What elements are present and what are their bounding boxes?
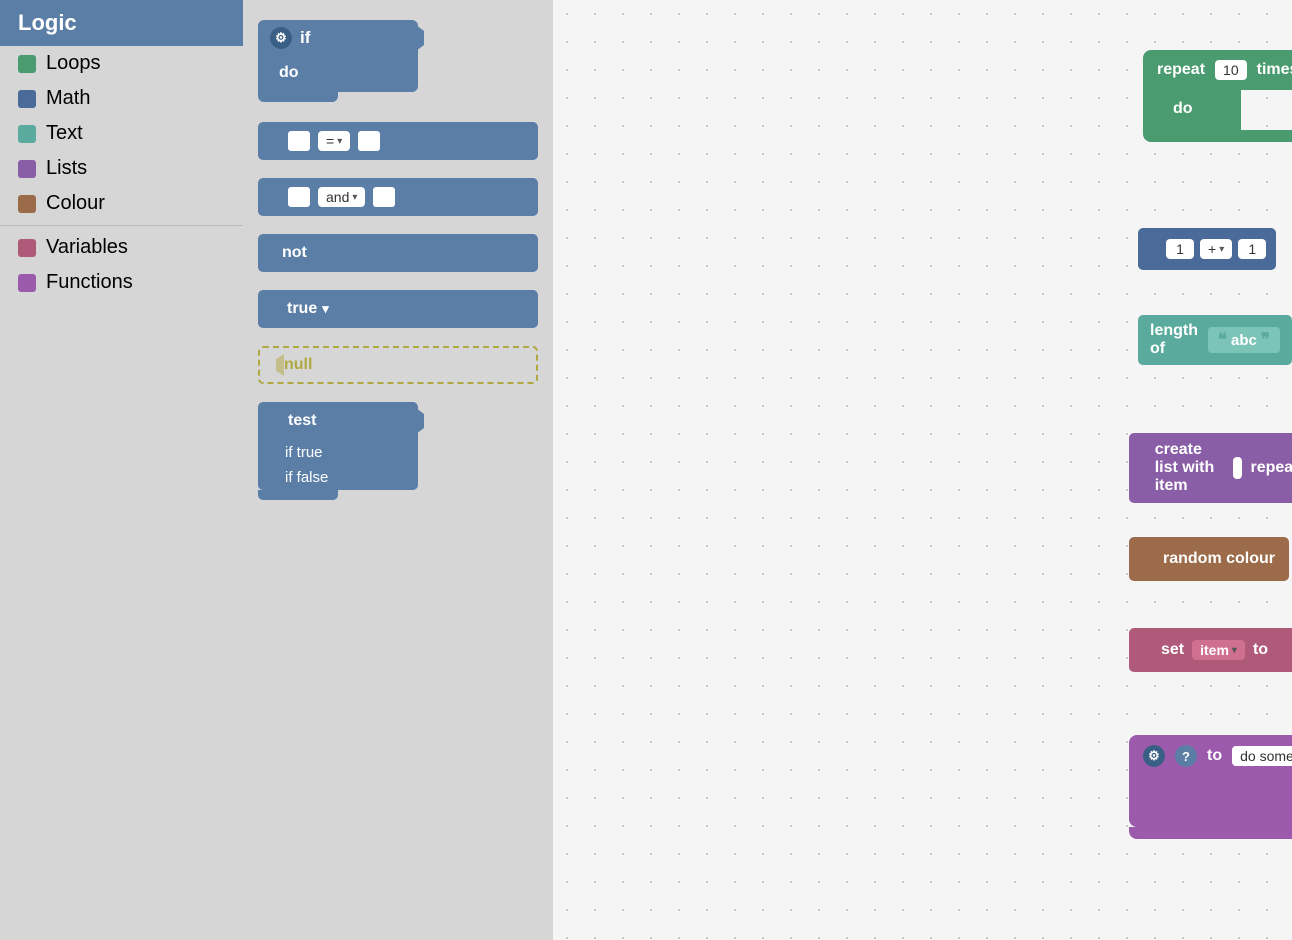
left-puzzle-svg — [268, 185, 280, 209]
math-val1[interactable]: 1 — [1166, 239, 1194, 259]
math-val2[interactable]: 1 — [1238, 239, 1266, 259]
length-of-label: length of — [1150, 322, 1202, 358]
random-colour-label: random colour — [1163, 550, 1275, 568]
func-name[interactable]: do something — [1232, 746, 1292, 766]
functions-color-dot — [18, 274, 36, 292]
and-dropdown[interactable]: and ▾ — [318, 187, 365, 207]
right-puzzle-svg — [313, 241, 327, 265]
variable-set-block[interactable]: set item ▾ to — [1129, 628, 1292, 672]
if-label: if — [300, 28, 310, 48]
null-label: null — [284, 356, 312, 374]
lists-color-dot — [18, 160, 36, 178]
colour-block[interactable]: random colour — [1129, 537, 1289, 581]
math-block[interactable]: 1 + ▾ 1 — [1138, 228, 1276, 270]
right-puzzle-svg — [388, 129, 400, 153]
left-puzzle-svg — [1141, 454, 1147, 482]
loops-color-dot — [18, 55, 36, 73]
func-to-label: to — [1207, 747, 1222, 765]
dropdown-arrow: ▾ — [352, 192, 357, 203]
block-palette: ⚙ if do = ▾ — [243, 0, 553, 940]
if-true-label: if true — [285, 444, 323, 461]
workspace-canvas: repeat 10 times do 1 + ▾ 1 length of ❝ a… — [553, 0, 1292, 940]
var-name: item — [1200, 642, 1229, 658]
and-label: and — [326, 189, 349, 205]
question-icon: ? — [1175, 745, 1197, 767]
null-block-palette[interactable]: null — [258, 346, 538, 384]
sidebar-item-text[interactable]: Text — [0, 116, 243, 151]
true-block-palette[interactable]: true ▾ — [258, 290, 538, 328]
left-puzzle-svg — [270, 409, 282, 433]
if-false-label: if false — [285, 469, 328, 486]
sidebar-item-functions[interactable]: Functions — [0, 265, 243, 300]
repeat-block[interactable]: repeat 10 times do — [1143, 50, 1292, 142]
left-puzzle-svg — [1141, 636, 1153, 664]
right-notch-svg — [416, 408, 430, 434]
left-puzzle-svg — [1143, 545, 1155, 573]
sidebar: Logic Loops Math Text Lists Colour Varia… — [0, 0, 243, 940]
do-label: do — [279, 64, 299, 81]
math-color-dot — [18, 90, 36, 108]
equals-dropdown[interactable]: = ▾ — [318, 131, 350, 151]
to-label: to — [1253, 641, 1268, 659]
create-list-label: create list with item — [1155, 441, 1225, 495]
repeated-label: repeated — [1250, 459, 1292, 477]
and-block-palette[interactable]: and ▾ — [258, 178, 538, 216]
left-puzzle-svg — [268, 129, 280, 153]
test-label: test — [288, 412, 316, 430]
repeat-times: times — [1257, 61, 1292, 79]
dropdown-arrow: ▾ — [322, 301, 329, 317]
sidebar-item-colour[interactable]: Colour — [0, 186, 243, 221]
test-block-palette[interactable]: test if true if false — [258, 402, 418, 500]
equals-label: = — [326, 133, 334, 149]
dropdown-arrow: ▾ — [337, 136, 342, 147]
math-op-dropdown[interactable]: + ▾ — [1200, 239, 1232, 259]
item-slot[interactable] — [1233, 457, 1242, 479]
sidebar-item-lists[interactable]: Lists — [0, 151, 243, 186]
right-puzzle-svg — [403, 185, 415, 209]
true-label: true — [287, 300, 317, 318]
do-label: do — [1173, 100, 1193, 117]
quote-close: ❞ — [1261, 330, 1270, 350]
if-block-palette[interactable]: ⚙ if do — [258, 20, 418, 102]
variable-dropdown[interactable]: item ▾ — [1192, 640, 1245, 660]
repeat-label: repeat — [1157, 61, 1205, 79]
gear-icon: ⚙ — [1143, 745, 1165, 767]
text-value[interactable]: abc — [1231, 332, 1257, 349]
text-length-block[interactable]: length of ❝ abc ❞ — [1138, 315, 1292, 365]
left-puzzle-svg — [270, 241, 282, 265]
function-block[interactable]: ⚙ ? to do something — [1129, 735, 1292, 839]
text-color-dot — [18, 125, 36, 143]
left-puzzle-svg — [1148, 235, 1160, 263]
sidebar-item-variables[interactable]: Variables — [0, 230, 243, 265]
right-notch-svg — [416, 25, 430, 51]
sidebar-item-math[interactable]: Math — [0, 81, 243, 116]
repeat-value[interactable]: 10 — [1215, 60, 1247, 80]
set-label: set — [1161, 641, 1184, 659]
and-right-slot — [373, 187, 395, 207]
colour-color-dot — [18, 195, 36, 213]
not-block-palette[interactable]: not — [258, 234, 538, 272]
not-label: not — [282, 244, 307, 262]
left-input-slot — [288, 131, 310, 151]
right-input-slot — [358, 131, 380, 151]
sidebar-item-loops[interactable]: Loops — [0, 46, 243, 81]
gear-icon: ⚙ — [270, 27, 292, 49]
and-left-slot — [288, 187, 310, 207]
equals-block-palette[interactable]: = ▾ — [258, 122, 538, 160]
variables-color-dot — [18, 239, 36, 257]
right-puzzle-svg — [1276, 636, 1290, 664]
sidebar-separator — [0, 225, 243, 226]
quote-open: ❝ — [1218, 330, 1227, 350]
sidebar-item-logic[interactable]: Logic — [0, 0, 243, 46]
left-puzzle-svg — [270, 297, 282, 321]
left-puzzle-svg — [272, 354, 284, 376]
list-block[interactable]: create list with item repeated 5 times — [1129, 433, 1292, 503]
